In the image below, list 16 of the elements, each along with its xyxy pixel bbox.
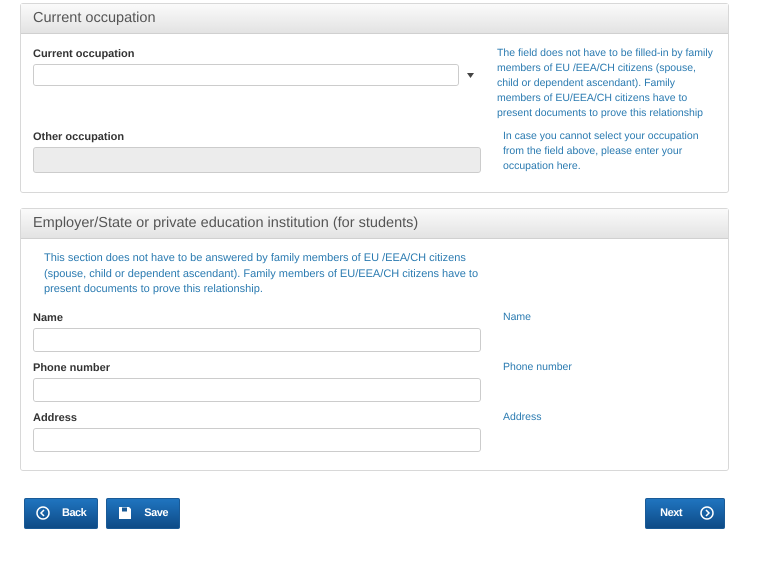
field-label: Phone number — [33, 362, 112, 374]
field-label: Other occupation — [33, 131, 126, 143]
save-button[interactable]: Save — [106, 498, 180, 528]
field-label: Name — [33, 312, 64, 324]
field-label: Current occupation — [33, 48, 136, 60]
next-button[interactable]: Next — [645, 498, 725, 528]
field-hint: Name — [503, 310, 532, 324]
field-hint: In case you cannot select your occupation from the field above, please enter your occupation here. — [503, 129, 700, 174]
field-label: Address — [33, 412, 78, 424]
field-hint: The field does not have to be filled-in by family members of EU /EEA/CH citizens (spouse, child or dependent ascendant). Family members of EU/EEA/CH citizens have to present documents to prove this relationship — [496, 46, 714, 121]
panel-title: Employer/State or private education institution (for students) — [33, 215, 418, 231]
section-note: This section does not have to be answered by family members of EU /EEA/CH citizens (spouse, child or dependent ascendant). Family members of EU/EEA/CH citizens have to present documents to prove this relationship. — [44, 251, 480, 297]
back-button[interactable]: Back — [24, 498, 98, 528]
field-hint: Phone number — [503, 360, 573, 374]
panel-title: Current occupation — [33, 10, 156, 26]
field-hint: Address — [503, 410, 543, 424]
